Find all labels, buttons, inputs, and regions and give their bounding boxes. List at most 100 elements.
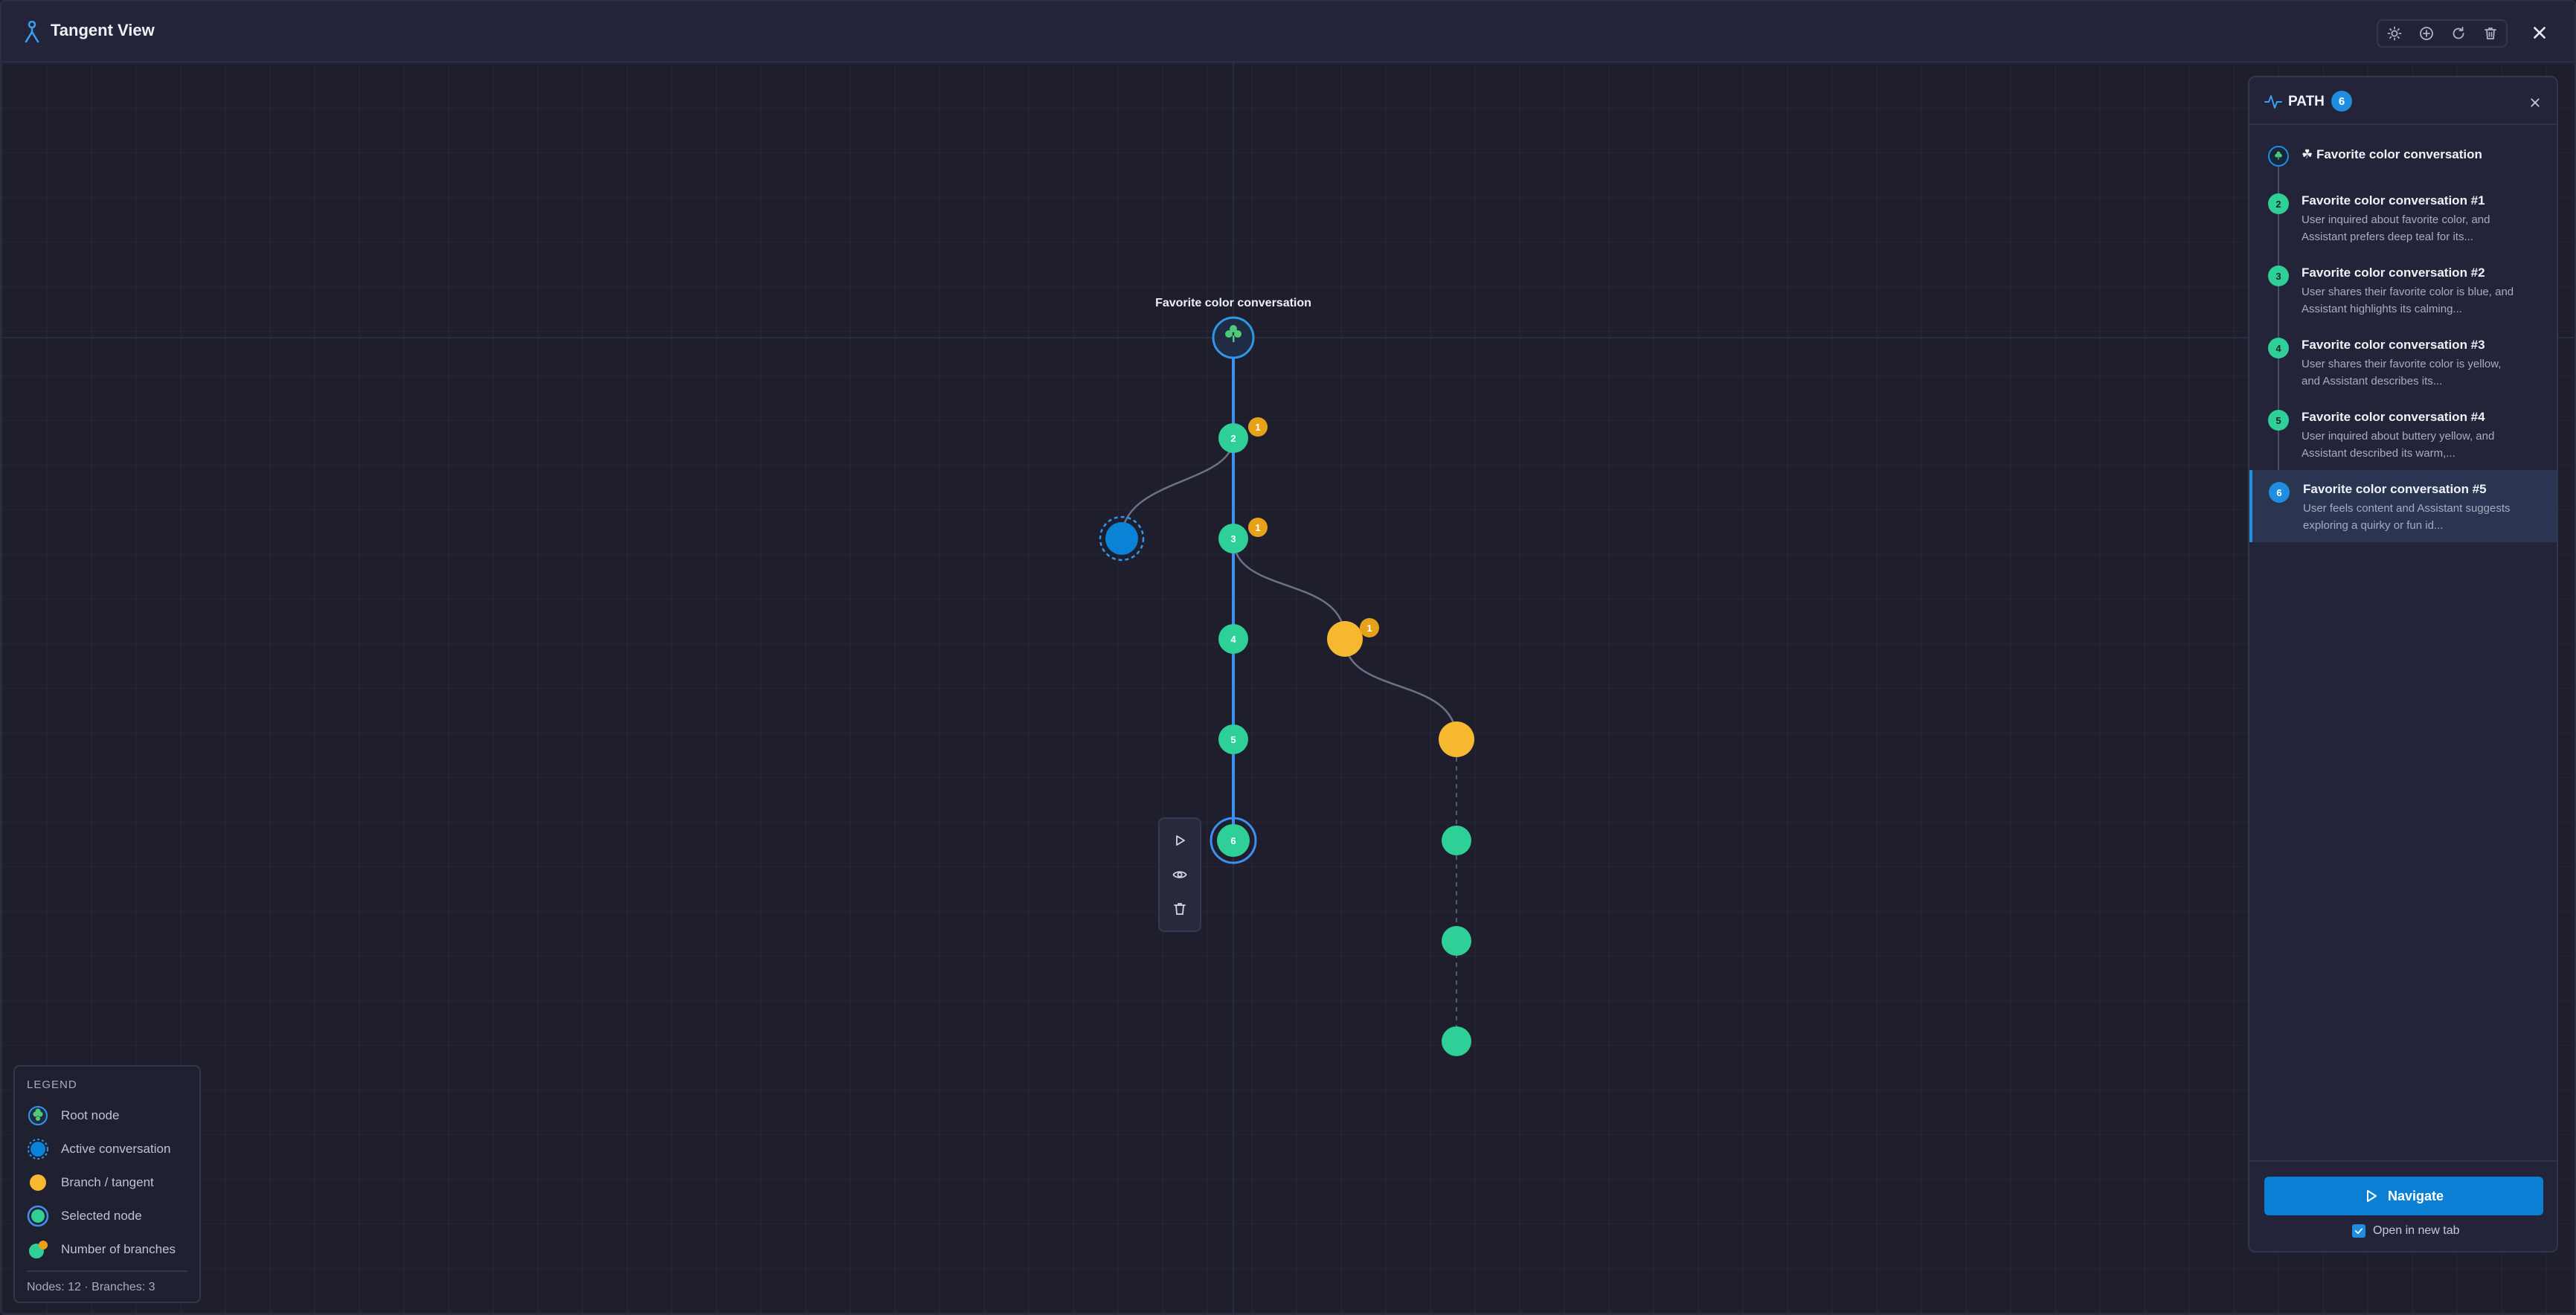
open-in-new-tab-checkbox[interactable] bbox=[2352, 1224, 2365, 1238]
root-node-icon bbox=[28, 1105, 48, 1125]
path-item-title: Favorite color conversation #5 bbox=[2303, 482, 2487, 496]
selected-node-icon bbox=[27, 1205, 49, 1226]
conversation-node-2[interactable]: 2 bbox=[1218, 423, 1248, 453]
path-item-3[interactable]: 3 Favorite color conversation #2 User sh… bbox=[2249, 254, 2557, 326]
path-item-title: Favorite color conversation #4 bbox=[2302, 410, 2485, 424]
step-number: 3 bbox=[2268, 266, 2289, 286]
step-number: 6 bbox=[2269, 482, 2290, 503]
close-icon bbox=[2534, 27, 2546, 39]
delete-node-button[interactable] bbox=[1167, 896, 1192, 922]
legend-title: LEGEND bbox=[27, 1078, 77, 1091]
selected-node-6[interactable]: 6 bbox=[1210, 817, 1257, 864]
branch-edge bbox=[1343, 638, 1458, 740]
trash-icon bbox=[1174, 903, 1186, 915]
title-bar: Tangent View bbox=[1, 1, 2575, 62]
path-item-4[interactable]: 4 Favorite color conversation #3 User sh… bbox=[2249, 326, 2557, 398]
path-panel: PATH 6 ☘ Favorite color conversation 2 F… bbox=[2248, 76, 2558, 1253]
legend-item-selected: Selected node bbox=[27, 1199, 187, 1232]
conversation-node[interactable] bbox=[1442, 1026, 1471, 1056]
step-number: 2 bbox=[2268, 193, 2289, 214]
play-button[interactable] bbox=[1167, 828, 1192, 853]
path-item-2[interactable]: 2 Favorite color conversation #1 User in… bbox=[2249, 181, 2557, 254]
root-node[interactable] bbox=[1212, 316, 1255, 359]
legend-label: Root node bbox=[61, 1107, 120, 1122]
path-item-title: Favorite color conversation #2 bbox=[2302, 266, 2485, 280]
path-item-summary: User shares their favorite color is blue… bbox=[2302, 286, 2514, 315]
legend-item-active: Active conversation bbox=[27, 1132, 187, 1166]
node-number: 6 bbox=[1230, 835, 1236, 846]
activity-icon bbox=[2264, 95, 2282, 109]
tangent-logo-icon bbox=[25, 21, 39, 43]
path-item-6-active[interactable]: 6 Favorite color conversation #5 User fe… bbox=[2249, 470, 2557, 542]
plus-circle-icon bbox=[2419, 27, 2433, 40]
legend-divider bbox=[27, 1270, 187, 1272]
tangent-view-window: Tangent View Favorite color conversation… bbox=[0, 0, 2576, 1315]
navigate-label: Navigate bbox=[2387, 1188, 2444, 1203]
branch-edge bbox=[1120, 437, 1235, 539]
preview-button[interactable] bbox=[1167, 862, 1192, 887]
path-item-summary: User inquired about favorite color, and … bbox=[2302, 213, 2490, 243]
conversation-node[interactable] bbox=[1442, 826, 1471, 855]
navigate-button[interactable]: Navigate bbox=[2264, 1177, 2543, 1215]
node-number: 5 bbox=[1230, 734, 1236, 745]
branch-node[interactable] bbox=[1439, 721, 1474, 757]
branch-count-icon bbox=[29, 1240, 48, 1258]
open-in-new-tab-label: Open in new tab bbox=[2373, 1224, 2460, 1237]
conversation-graph: Favorite color conversation 2 1 3 1 4 1 … bbox=[1, 62, 2575, 1314]
legend-label: Active conversation bbox=[61, 1141, 171, 1156]
branch-count-badge: 1 bbox=[1360, 618, 1379, 637]
legend-item-branch: Branch / tangent bbox=[27, 1166, 187, 1199]
path-count-badge: 6 bbox=[2331, 91, 2352, 112]
legend-label: Number of branches bbox=[61, 1241, 176, 1256]
branch-node[interactable] bbox=[1327, 621, 1363, 657]
refresh-icon bbox=[2453, 26, 2464, 39]
conversation-node[interactable] bbox=[1442, 926, 1471, 956]
eye-icon bbox=[1172, 871, 1187, 878]
root-node-label: Favorite color conversation bbox=[1155, 297, 1311, 309]
step-number: 4 bbox=[2268, 338, 2289, 359]
node-action-menu bbox=[1158, 817, 1201, 932]
graph-canvas[interactable]: Favorite color conversation 2 1 3 1 4 1 … bbox=[1, 62, 2575, 1314]
path-item-summary: User feels content and Assistant suggest… bbox=[2303, 502, 2511, 532]
theme-toggle-button[interactable] bbox=[2383, 22, 2406, 45]
close-panel-button[interactable] bbox=[2525, 92, 2546, 113]
open-in-new-tab-option[interactable]: Open in new tab bbox=[2352, 1224, 2460, 1238]
node-number: 2 bbox=[1230, 433, 1236, 444]
trash-icon bbox=[2484, 28, 2496, 39]
svg-text:1: 1 bbox=[1366, 623, 1372, 634]
branch-count-badge: 1 bbox=[1248, 417, 1268, 437]
node-number: 4 bbox=[1230, 634, 1236, 645]
path-item-summary: User shares their favorite color is yell… bbox=[2302, 358, 2502, 388]
path-panel-footer: Navigate Open in new tab bbox=[2249, 1160, 2557, 1251]
close-icon bbox=[2531, 98, 2540, 107]
step-number: 5 bbox=[2268, 410, 2289, 431]
active-node-icon bbox=[28, 1138, 48, 1160]
node-number: 3 bbox=[1230, 533, 1236, 544]
conversation-node-3[interactable]: 3 bbox=[1218, 524, 1248, 553]
path-item-title: Favorite color conversation #3 bbox=[2302, 338, 2485, 352]
path-item-title: ☘ Favorite color conversation bbox=[2302, 147, 2482, 161]
clover-icon bbox=[2275, 151, 2282, 160]
sun-icon bbox=[2387, 26, 2401, 41]
check-icon bbox=[2354, 1228, 2363, 1235]
root-step-dot bbox=[2268, 146, 2289, 167]
active-conversation-node[interactable] bbox=[1099, 515, 1145, 562]
play-icon bbox=[2366, 1190, 2377, 1202]
path-panel-title: PATH bbox=[2288, 94, 2325, 109]
refresh-button[interactable] bbox=[2447, 22, 2470, 45]
path-item-title: Favorite color conversation #1 bbox=[2302, 193, 2485, 208]
conversation-node-4[interactable]: 4 bbox=[1218, 624, 1248, 654]
close-window-button[interactable] bbox=[2528, 21, 2551, 45]
play-icon bbox=[1176, 835, 1185, 846]
svg-text:1: 1 bbox=[1255, 522, 1260, 533]
path-item-5[interactable]: 5 Favorite color conversation #4 User in… bbox=[2249, 398, 2557, 470]
svg-text:1: 1 bbox=[1255, 422, 1260, 433]
app-title: Tangent View bbox=[51, 21, 155, 39]
conversation-node-5[interactable]: 5 bbox=[1218, 724, 1248, 754]
toolbar bbox=[2377, 19, 2508, 48]
clear-button[interactable] bbox=[2479, 22, 2502, 45]
path-item-root[interactable]: ☘ Favorite color conversation bbox=[2249, 135, 2557, 181]
legend-label: Selected node bbox=[61, 1208, 142, 1223]
add-button[interactable] bbox=[2415, 22, 2438, 45]
path-item-summary: User inquired about buttery yellow, and … bbox=[2302, 430, 2495, 460]
